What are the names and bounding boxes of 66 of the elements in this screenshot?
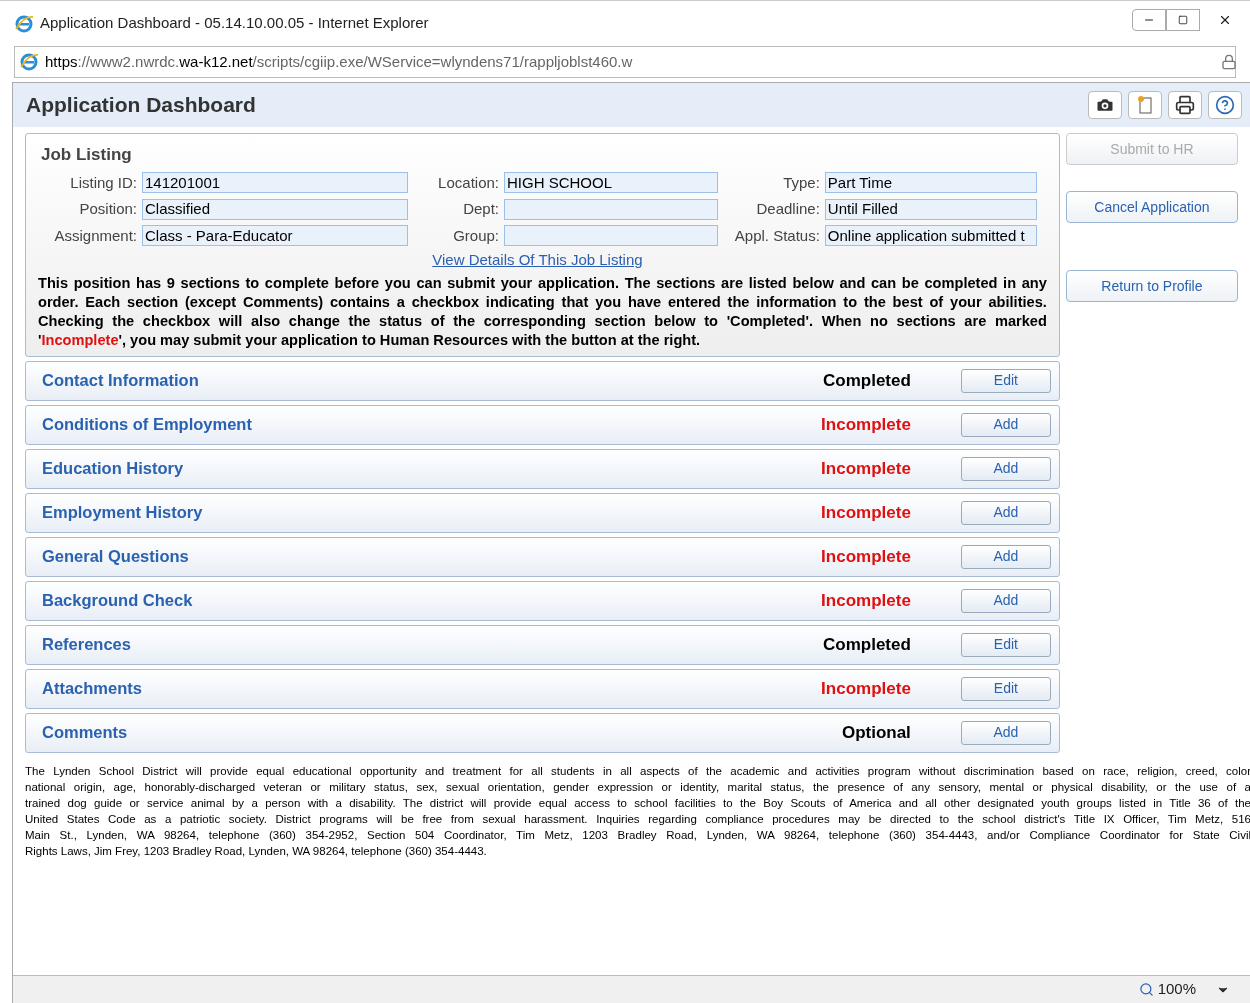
section-action-button[interactable]: Add — [960, 588, 1051, 613]
field-label: Position: — [79, 199, 137, 219]
section-action-button[interactable]: Add — [960, 544, 1051, 569]
section-status: Incomplete — [820, 589, 911, 612]
zoom-level[interactable]: 100% — [1157, 978, 1196, 1001]
panel-title: Job Listing — [41, 144, 133, 166]
page-title: Application Dashboard — [26, 92, 256, 119]
section-status: Incomplete — [820, 413, 911, 436]
restore-icon — [1178, 15, 1188, 25]
section-status: Completed — [822, 369, 911, 392]
field-label: Type: — [783, 172, 820, 193]
text-field[interactable]: HIGH SCHOOL — [504, 172, 718, 194]
field-label: Group: — [453, 225, 499, 246]
close-icon — [1218, 13, 1232, 27]
text-field[interactable]: Online application submitted t — [824, 225, 1037, 247]
field-label: Assignment: — [54, 225, 137, 246]
details-link[interactable]: View Details Of This Job Listing — [432, 249, 643, 272]
section-name: General Questions — [42, 546, 189, 568]
document-icon[interactable] — [1128, 91, 1162, 119]
instructions-text: This position has 9 sections to complete before you can submit your application. The sections are listed below and can be completed in any order. Each section (except Comments) contains a checkbox indicating that you have entered the information to the best of your abilities. Checking the checkbox will also change the status of the corresponding section below to 'Completed'. When no sections are marked 'Incomplete', you may submit your application to Human Resources with the button at the right. — [38, 273, 1047, 350]
section-action-button[interactable]: Add — [960, 412, 1051, 437]
section-status: Completed — [822, 633, 911, 656]
address-bar[interactable]: https://www2.nwrdc.wa-k12.net/scripts/cgiip.exe/WService=wlyndens71/rappljoblst460.w — [14, 46, 1236, 78]
text-field[interactable]: 141201001 — [142, 172, 408, 194]
section-status: Incomplete — [820, 501, 911, 524]
text-field[interactable]: Until Filled — [824, 198, 1037, 220]
field-label: Deadline: — [756, 199, 820, 219]
browser-logo-icon — [14, 13, 34, 34]
window-title: Application Dashboard - 05.14.10.00.05 - Internet Explorer — [40, 13, 429, 34]
section-action-button[interactable]: Edit — [960, 632, 1051, 657]
side-button[interactable]: Return to Profile — [1065, 270, 1238, 302]
section-status: Incomplete — [820, 677, 911, 700]
section-action-button[interactable]: Add — [960, 500, 1051, 525]
field-label: Appl. Status: — [734, 225, 820, 246]
section-status: Incomplete — [820, 457, 911, 480]
section-name: References — [42, 634, 131, 656]
help-icon[interactable] — [1208, 91, 1242, 119]
restore-button[interactable] — [1166, 9, 1200, 31]
browser-logo-icon — [19, 52, 39, 72]
text-field[interactable]: Part Time — [824, 172, 1037, 194]
field-label: Location: — [438, 172, 499, 193]
text-field[interactable] — [504, 198, 718, 220]
section-action-button[interactable]: Add — [960, 456, 1051, 481]
field-label: Listing ID: — [70, 172, 137, 193]
field-label: Dept: — [463, 199, 499, 219]
minimize-button[interactable] — [1132, 9, 1166, 31]
lock-icon — [1221, 54, 1237, 70]
section-name: Employment History — [42, 502, 203, 524]
section-name: Attachments — [42, 678, 142, 700]
section-status: Optional — [840, 721, 911, 744]
side-button[interactable]: Cancel Application — [1065, 191, 1238, 223]
section-name: Contact Information — [42, 370, 199, 392]
print-icon[interactable] — [1168, 91, 1202, 119]
section-name: Comments — [42, 722, 128, 744]
section-name: Background Check — [42, 590, 193, 612]
text-field[interactable] — [504, 225, 718, 247]
section-name: Conditions of Employment — [42, 414, 252, 436]
section-action-button[interactable]: Edit — [960, 676, 1051, 701]
text-field[interactable]: Classified — [142, 198, 408, 220]
section-status: Incomplete — [820, 545, 911, 568]
text-field[interactable]: Class - Para-Educator — [142, 225, 408, 247]
section-action-button[interactable]: Edit — [960, 368, 1051, 393]
section-name: Education History — [42, 458, 184, 480]
zoom-icon — [1138, 982, 1154, 997]
section-action-button[interactable]: Add — [960, 720, 1051, 745]
camera-icon[interactable] — [1088, 91, 1122, 119]
